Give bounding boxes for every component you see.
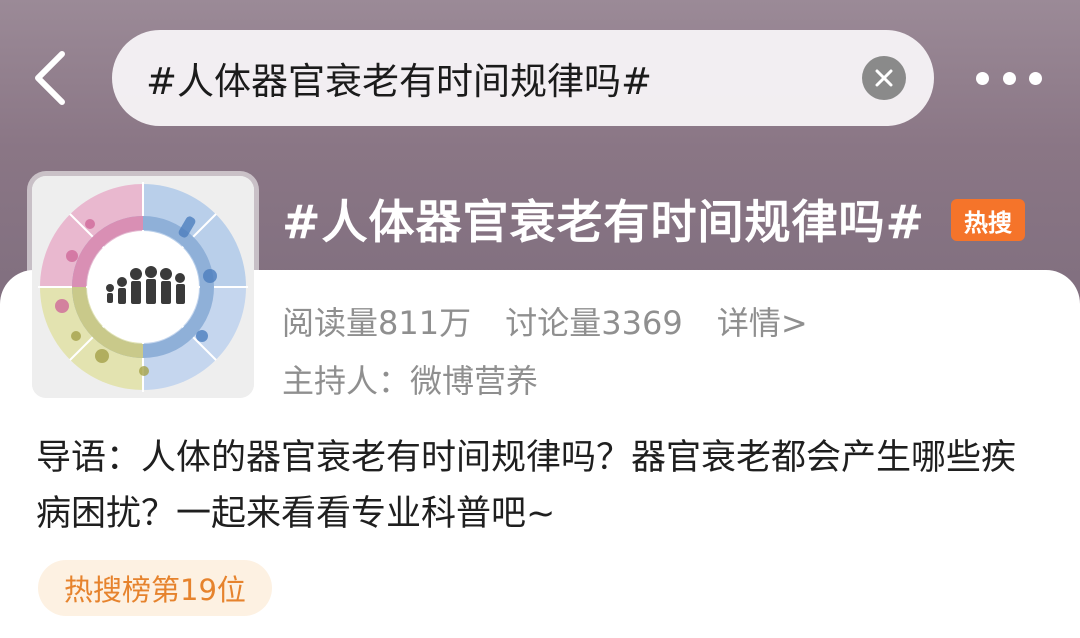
search-bar[interactable] (112, 30, 934, 126)
clear-search-button[interactable] (862, 56, 906, 100)
topic-host: 主持人：微博营养 (282, 362, 539, 400)
topic-title: #人体器官衰老有时间规律吗# (282, 195, 926, 249)
topic-stats: 阅读量811万 讨论量3369 详情> (282, 298, 808, 344)
back-button[interactable] (22, 48, 78, 108)
discussion-count: 讨论量3369 (505, 304, 683, 342)
hot-search-badge: 热搜 (951, 199, 1025, 241)
topic-intro: 导语：人体的器官衰老有时间规律吗？器官衰老都会产生哪些疾病困扰？一起来看看专业科… (36, 438, 1017, 534)
chevron-left-icon (35, 51, 65, 105)
more-options-button[interactable] (976, 58, 1042, 98)
search-input[interactable] (146, 56, 846, 100)
more-dot (1029, 71, 1042, 85)
topic-thumbnail[interactable] (32, 176, 254, 398)
hot-search-rank-tag[interactable]: 热搜榜第19位 (38, 560, 272, 616)
aging-infographic-image (32, 176, 254, 398)
read-count: 阅读量811万 (282, 304, 472, 342)
details-link[interactable]: 详情> (717, 304, 808, 342)
more-dot (976, 71, 989, 85)
close-icon (875, 69, 893, 87)
more-dot (1002, 71, 1016, 85)
